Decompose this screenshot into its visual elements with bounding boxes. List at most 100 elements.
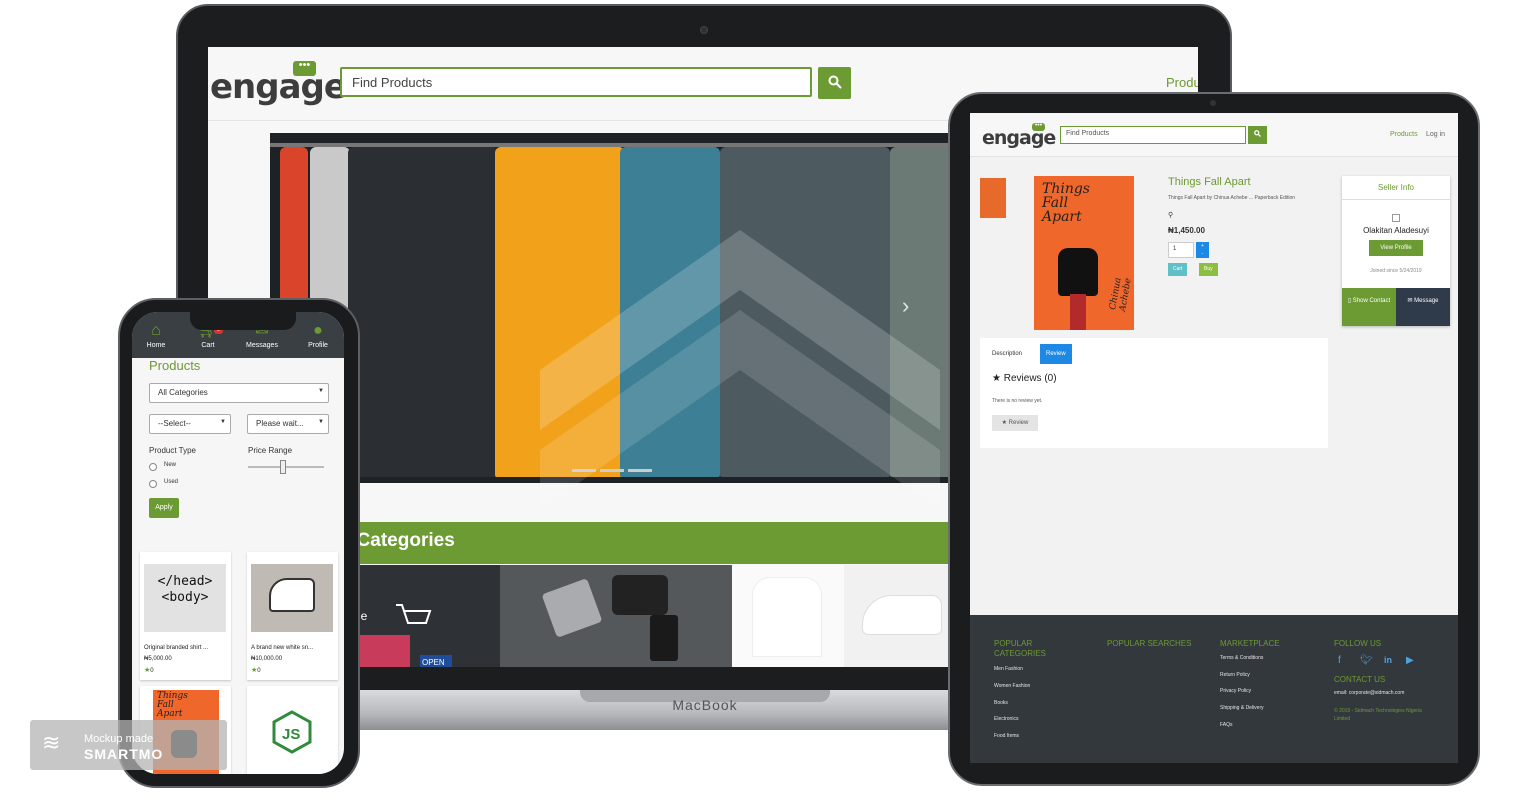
- apply-button[interactable]: Apply: [149, 498, 179, 518]
- search-button[interactable]: [1248, 126, 1267, 144]
- svg-text:OPEN: OPEN: [422, 658, 445, 667]
- filter-select-2-value: Please wait...: [256, 419, 304, 428]
- device-label: MacBook: [672, 697, 738, 713]
- product-card[interactable]: A brand new white sn... ₦10,000.00 ★0: [247, 552, 338, 680]
- seller-info-heading: Seller Info: [1342, 176, 1450, 200]
- engage-logo[interactable]: engage: [982, 127, 1056, 149]
- quantity-increment-button[interactable]: +: [1196, 242, 1209, 250]
- radio-used[interactable]: [149, 480, 157, 488]
- product-tabs-panel: Description Review ★ Reviews (0) There i…: [980, 338, 1328, 448]
- filter-select-2[interactable]: Please wait... ▼: [247, 414, 329, 434]
- star-icon: ★: [992, 373, 1004, 384]
- category-tile[interactable]: le OPEN: [358, 565, 500, 667]
- phone-image: [650, 615, 678, 661]
- rating-value: 0: [257, 668, 261, 674]
- svg-text:JS: JS: [282, 726, 300, 743]
- seller-joined-date: Joined since 5/24/2019: [1370, 268, 1422, 274]
- nav-products-link[interactable]: Produc: [1166, 75, 1198, 90]
- quantity-input[interactable]: 1: [1168, 242, 1194, 258]
- chevron-down-icon: ▼: [220, 419, 226, 425]
- footer-link[interactable]: Food Items: [994, 733, 1019, 739]
- search-icon: [1254, 130, 1261, 137]
- hanging-shirt: [348, 147, 498, 477]
- footer-link[interactable]: Terms & Conditions: [1220, 655, 1263, 661]
- product-price: ₦10,000.00: [251, 656, 283, 662]
- no-review-message: There is no review yet.: [992, 398, 1043, 404]
- footer-link[interactable]: Women Fashion: [994, 683, 1030, 689]
- linkedin-icon[interactable]: in: [1384, 655, 1392, 665]
- watermark-logo-icon: [540, 230, 940, 510]
- product-image: [251, 564, 333, 632]
- footer: POPULAR CATEGORIES Men Fashion Women Fas…: [970, 615, 1458, 763]
- add-to-cart-button[interactable]: Cart: [1168, 263, 1188, 276]
- user-icon: ●: [313, 322, 323, 339]
- book-cover-author: Chinua Achebe: [1108, 276, 1134, 313]
- search-input[interactable]: Find Products: [340, 67, 812, 97]
- footer-link[interactable]: Men Fashion: [994, 666, 1023, 672]
- nav-home[interactable]: ⌂ Home: [132, 320, 180, 349]
- show-contact-button[interactable]: ▯ Show Contact: [1342, 288, 1396, 326]
- footer-heading-categories: POPULAR CATEGORIES: [994, 639, 1046, 658]
- tab-description[interactable]: Description: [986, 344, 1028, 364]
- twitter-icon[interactable]: 🐦︎: [1360, 655, 1373, 666]
- categories-title: l Categories: [346, 530, 455, 551]
- search-button[interactable]: [818, 67, 851, 99]
- write-review-button[interactable]: ★ Review: [992, 415, 1038, 431]
- quantity-decrement-button[interactable]: -: [1196, 250, 1209, 258]
- product-rating: ★0: [251, 666, 261, 674]
- footer-link[interactable]: Return Policy: [1220, 672, 1250, 678]
- facebook-icon[interactable]: f: [1338, 655, 1341, 666]
- arm-illustration: [1070, 294, 1086, 330]
- product-name: A brand new white sn...: [251, 645, 314, 651]
- category-select[interactable]: All Categories ▼: [149, 383, 329, 403]
- location-pin-icon: ⚲: [1168, 212, 1174, 219]
- watermark-brand: SMARTMO: [84, 746, 164, 762]
- view-profile-button[interactable]: View Profile: [1369, 240, 1423, 256]
- product-card[interactable]: JS: [247, 686, 338, 774]
- search-input[interactable]: Find Products: [1060, 126, 1246, 144]
- filter-select-1-value: --Select--: [158, 419, 191, 428]
- radio-used-label: Used: [164, 479, 179, 485]
- home-icon: ⌂: [151, 322, 161, 339]
- phone-notch: [190, 312, 296, 330]
- footer-link[interactable]: Shipping & Delivery: [1220, 705, 1264, 711]
- nav-profile[interactable]: ● Profile: [294, 320, 342, 349]
- product-name: Original branded shirt ...: [144, 645, 209, 651]
- buy-button[interactable]: Buy: [1199, 263, 1218, 276]
- price-range-slider[interactable]: [280, 460, 286, 474]
- price-range-label: Price Range: [248, 446, 293, 455]
- phone-screen: ⌂ Home 🛒︎ Cart 0 ✉ Messages ● Profile Produc…: [132, 312, 344, 774]
- star-icon: ★: [1001, 420, 1009, 426]
- filter-select-1[interactable]: --Select-- ▼: [149, 414, 231, 434]
- nav-login-link[interactable]: Log in: [1426, 131, 1445, 138]
- footer-link[interactable]: Privacy Policy: [1220, 688, 1251, 694]
- nodejs-logo-icon: JS: [272, 710, 312, 754]
- message-button[interactable]: ✉ Message: [1396, 288, 1450, 326]
- category-select-value: All Categories: [158, 388, 208, 397]
- tab-review[interactable]: Review: [1040, 344, 1072, 364]
- footer-email[interactable]: email: corporate@sidmach.com: [1334, 690, 1404, 696]
- search-icon: [828, 75, 842, 89]
- youtube-icon[interactable]: ▶: [1406, 655, 1414, 666]
- nav-cart-label: Cart: [201, 342, 215, 349]
- product-thumbnail[interactable]: [980, 178, 1006, 218]
- footer-link[interactable]: FAQs: [1220, 722, 1233, 728]
- radio-new-label: New: [164, 462, 177, 468]
- message-label: Message: [1414, 298, 1439, 304]
- product-image: </head> <body>: [144, 564, 226, 632]
- engage-logo[interactable]: engage: [210, 67, 347, 107]
- show-contact-label: Show Contact: [1352, 298, 1391, 304]
- nav-products-link[interactable]: Products: [1390, 131, 1418, 138]
- footer-heading-marketplace: MARKETPLACE: [1220, 639, 1280, 648]
- product-type-label: Product Type: [149, 446, 196, 455]
- footer-heading-contact: CONTACT US: [1334, 675, 1386, 684]
- product-rating: ★0: [144, 666, 154, 674]
- footer-heading-follow: FOLLOW US: [1334, 639, 1382, 648]
- product-price: ₦1,450.00: [1168, 226, 1205, 235]
- book-cover-title: Things Fall Apart: [1042, 181, 1090, 225]
- footer-link[interactable]: Books: [994, 700, 1008, 706]
- radio-new[interactable]: [149, 463, 157, 471]
- footer-link[interactable]: Electronics: [994, 716, 1018, 722]
- fist-illustration: [1058, 248, 1098, 296]
- product-card[interactable]: </head> <body> Original branded shirt ..…: [140, 552, 231, 680]
